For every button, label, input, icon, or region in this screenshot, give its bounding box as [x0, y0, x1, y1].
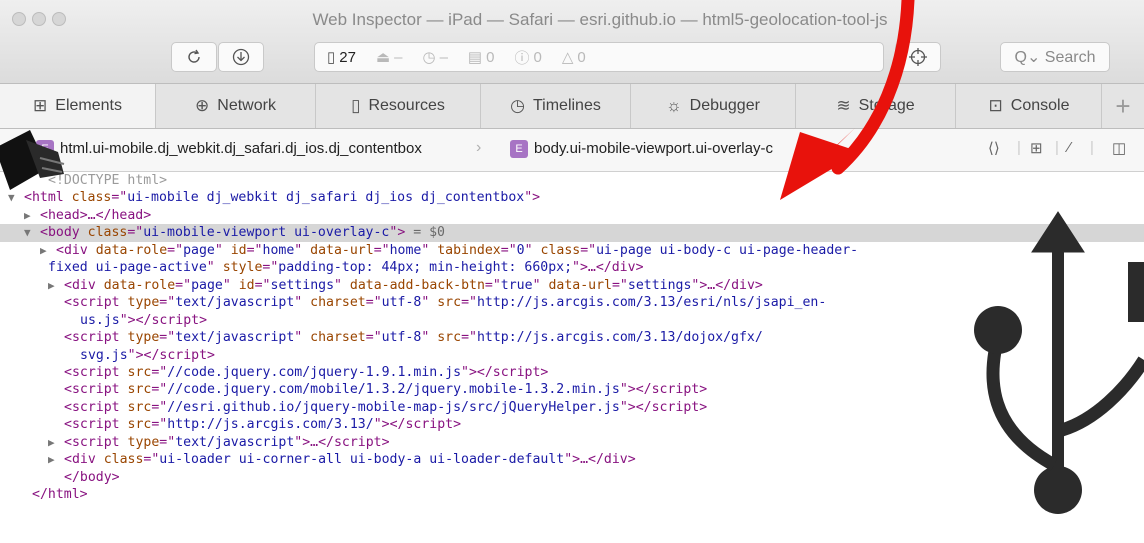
- divider-icon: |: [1055, 139, 1059, 156]
- resources-icon: ▯: [351, 96, 361, 115]
- dom-node-script-inline[interactable]: ▶ <script type="text/javascript">…</scrip…: [0, 434, 1144, 451]
- status-dashboard[interactable]: ▯ 27 ⏏ – ◷ – ▤ 0 ⓘ 0 △ 0: [314, 42, 884, 72]
- dom-node-doctype[interactable]: <!DOCTYPE html>: [0, 172, 1144, 189]
- dom-node-head[interactable]: ▶ <head>…</head>: [0, 207, 1144, 224]
- storage-icon: ≋: [836, 96, 851, 115]
- warning-count[interactable]: △ 0: [562, 43, 586, 71]
- plus-icon: +: [1115, 90, 1131, 121]
- dom-node-body-close[interactable]: </body>: [0, 469, 1144, 486]
- new-tab-button[interactable]: +: [1101, 84, 1144, 128]
- disclosure-open-icon[interactable]: ▼: [24, 224, 40, 241]
- tab-bar: ⊞ Elements ⊕ Network ▯ Resources ◷ Timelines…: [0, 84, 1144, 129]
- log-icon: ▤: [467, 49, 483, 66]
- console-icon: ⊡: [988, 96, 1003, 115]
- tab-timelines[interactable]: ◷ Timelines: [480, 84, 630, 128]
- download-icon: [232, 48, 250, 66]
- divider-icon: |: [1017, 139, 1021, 156]
- dom-node-div-home-cont[interactable]: fixed ui-page-active" style="padding-top…: [0, 259, 1144, 276]
- breadcrumb-item-html[interactable]: Ehtml.ui-mobile.dj_webkit.dj_safari.dj_i…: [36, 140, 422, 159]
- layout-grid-icon[interactable]: ⊞: [1030, 139, 1043, 157]
- breadcrumb: Ehtml.ui-mobile.dj_webkit.dj_safari.dj_i…: [0, 129, 1144, 172]
- disclosure-closed-icon[interactable]: ▶: [24, 207, 40, 224]
- resources-count[interactable]: ▯ 27: [327, 43, 356, 71]
- warning-icon: △: [561, 49, 574, 66]
- zoom-window-light[interactable]: [52, 12, 66, 26]
- tab-elements[interactable]: ⊞ Elements: [0, 84, 155, 128]
- download-button[interactable]: [218, 42, 264, 72]
- elements-icon: ⊞: [33, 96, 48, 115]
- element-badge-icon: E: [36, 140, 54, 159]
- error-count[interactable]: ⓘ 0: [514, 43, 541, 71]
- dom-tree: <!DOCTYPE html> ▼ <html class="ui-mobile …: [0, 172, 1144, 543]
- tab-storage[interactable]: ≋ Storage: [795, 84, 955, 128]
- dom-node-script-helper[interactable]: <script src="//esri.github.io/jquery-mob…: [0, 399, 1144, 416]
- tab-resources[interactable]: ▯ Resources: [315, 84, 480, 128]
- window-title: Web Inspector — iPad — Safari — esri.git…: [312, 10, 888, 29]
- disclosure-closed-icon[interactable]: ▶: [48, 451, 64, 468]
- minimize-window-light[interactable]: [32, 12, 46, 26]
- load-time[interactable]: ◷ –: [422, 43, 447, 71]
- search-field[interactable]: Q⌄ Search: [1000, 42, 1110, 72]
- disclosure-closed-icon[interactable]: ▶: [48, 434, 64, 451]
- sidebar-toggle-icon[interactable]: ◫: [1112, 139, 1126, 157]
- disclosure-open-icon[interactable]: ▼: [8, 189, 24, 206]
- disclosure-closed-icon[interactable]: ▶: [40, 242, 56, 259]
- dom-node-script-jquery[interactable]: <script src="//code.jquery.com/jquery-1.…: [0, 364, 1144, 381]
- timelines-icon: ◷: [510, 96, 525, 115]
- reload-icon: [188, 49, 200, 63]
- dom-node-script-arcgis[interactable]: <script src="http://js.arcgis.com/3.13/"…: [0, 416, 1144, 433]
- show-shadow-dom-icon[interactable]: ⟨⟩: [988, 139, 1000, 157]
- clock-icon: ◷: [422, 49, 436, 66]
- dom-node-script-jqm[interactable]: <script src="//code.jquery.com/mobile/1.…: [0, 381, 1144, 398]
- dom-node-script-gfx-cont[interactable]: svg.js"></script>: [0, 347, 1144, 364]
- dom-node-body[interactable]: ▼ <body class="ui-mobile-viewport ui-over…: [0, 224, 1144, 242]
- dom-node-html[interactable]: ▼ <html class="ui-mobile dj_webkit dj_saf…: [0, 189, 1144, 206]
- dom-node-div-loader[interactable]: ▶ <div class="ui-loader ui-corner-all ui-…: [0, 451, 1144, 468]
- disclosure-closed-icon[interactable]: ▶: [48, 277, 64, 294]
- dom-node-div-home[interactable]: ▶ <div data-role="page" id="home" data-ur…: [0, 242, 1144, 259]
- window-titlebar: Web Inspector — iPad — Safari — esri.git…: [0, 0, 1144, 84]
- inspect-element-button[interactable]: [895, 42, 941, 72]
- document-icon: ▯: [327, 49, 336, 66]
- reload-button[interactable]: [171, 42, 217, 72]
- search-placeholder: Q⌄ Search: [1014, 49, 1096, 66]
- dom-node-script-nls[interactable]: <script type="text/javascript" charset="…: [0, 294, 1144, 311]
- tab-console[interactable]: ⊡ Console: [955, 84, 1102, 128]
- network-icon: ⊕: [195, 96, 210, 115]
- dom-node-script-nls-cont[interactable]: us.js"></script>: [0, 312, 1144, 329]
- chevron-right-icon: ›: [476, 139, 482, 156]
- weight-icon: ⏏: [375, 49, 391, 66]
- dom-node-div-settings[interactable]: ▶ <div data-role="page" id="settings" dat…: [0, 277, 1144, 294]
- crosshair-icon: [909, 48, 927, 66]
- load-weight[interactable]: ⏏ –: [376, 43, 403, 71]
- paint-brush-icon[interactable]: ⁄: [1068, 139, 1071, 156]
- tab-network[interactable]: ⊕ Network: [155, 84, 315, 128]
- log-count[interactable]: ▤ 0: [468, 43, 495, 71]
- element-badge-icon: E: [510, 140, 528, 159]
- breadcrumb-item-body[interactable]: Ebody.ui-mobile-viewport.ui-overlay-c: [510, 140, 773, 159]
- tab-debugger[interactable]: ☼ Debugger: [630, 84, 795, 128]
- close-window-light[interactable]: [12, 12, 26, 26]
- dom-node-html-close[interactable]: </html>: [0, 486, 1144, 503]
- error-icon: ⓘ: [514, 49, 530, 67]
- divider-icon: |: [1090, 139, 1094, 156]
- debugger-icon: ☼: [666, 96, 682, 115]
- dom-node-script-gfx[interactable]: <script type="text/javascript" charset="…: [0, 329, 1144, 346]
